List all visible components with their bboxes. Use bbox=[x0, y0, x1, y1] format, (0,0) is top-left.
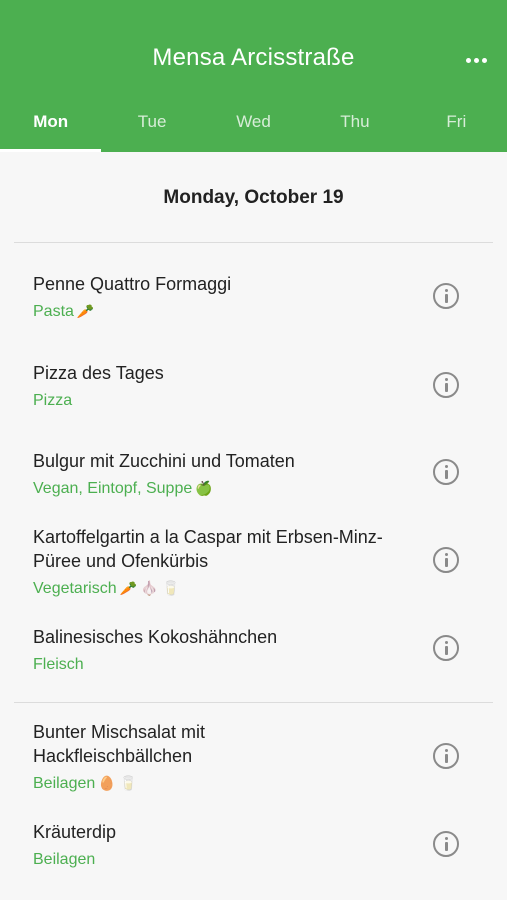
info-icon[interactable] bbox=[433, 372, 459, 398]
info-icon[interactable] bbox=[433, 831, 459, 857]
page-title: Mensa Arcisstraße bbox=[152, 44, 355, 71]
meal-icons: 🥕 bbox=[76, 303, 95, 319]
meal-name: Bunter Mischsalat mit Hackfleischbällche… bbox=[33, 722, 206, 766]
tab-tue[interactable]: Tue bbox=[101, 100, 202, 152]
meal-tags: Vegan, Eintopf, Suppe bbox=[33, 480, 193, 497]
meal-tags: Vegetarisch bbox=[33, 580, 117, 597]
info-icon[interactable] bbox=[433, 635, 459, 661]
date-heading: Monday, October 19 bbox=[163, 187, 344, 208]
more-options-icon[interactable] bbox=[465, 52, 487, 68]
meal-tags: Fleisch bbox=[33, 656, 84, 673]
app-header: Mensa Arcisstraße Mon Tue Wed Thu Fri bbox=[0, 0, 507, 152]
meal-name: Kartoffelgartin a la Caspar mit Erbsen-M… bbox=[33, 527, 383, 571]
info-icon[interactable] bbox=[433, 547, 459, 573]
meal-icons: 🥚 🥛 bbox=[98, 775, 138, 791]
meal-name: Penne Quattro Formaggi bbox=[33, 274, 232, 294]
meal-name: Kräuterdip bbox=[33, 822, 117, 842]
meal-tags: Pizza bbox=[33, 392, 73, 409]
meal-tags: Pasta bbox=[33, 303, 74, 320]
tab-wed[interactable]: Wed bbox=[203, 100, 304, 152]
info-icon[interactable] bbox=[433, 283, 459, 309]
weekday-tabs: Mon Tue Wed Thu Fri bbox=[0, 100, 507, 152]
info-icon[interactable] bbox=[433, 459, 459, 485]
meal-icons: 🍏 bbox=[195, 480, 213, 496]
tab-mon[interactable]: Mon bbox=[0, 100, 102, 152]
meal-tags: Beilagen bbox=[33, 851, 96, 868]
tab-thu[interactable]: Thu bbox=[304, 100, 405, 152]
meal-name: Bulgur mit Zucchini und Tomaten bbox=[33, 451, 295, 471]
meal-name: Pizza des Tages bbox=[33, 363, 164, 383]
meal-icons: 🥕 🧄 🥛 bbox=[119, 580, 180, 596]
divider bbox=[14, 242, 493, 243]
meal-name: Balinesisches Kokoshähnchen bbox=[33, 627, 278, 647]
meal-tags: Beilagen bbox=[33, 775, 96, 792]
tab-fri[interactable]: Fri bbox=[406, 100, 507, 152]
info-icon[interactable] bbox=[433, 743, 459, 769]
divider bbox=[14, 702, 493, 703]
